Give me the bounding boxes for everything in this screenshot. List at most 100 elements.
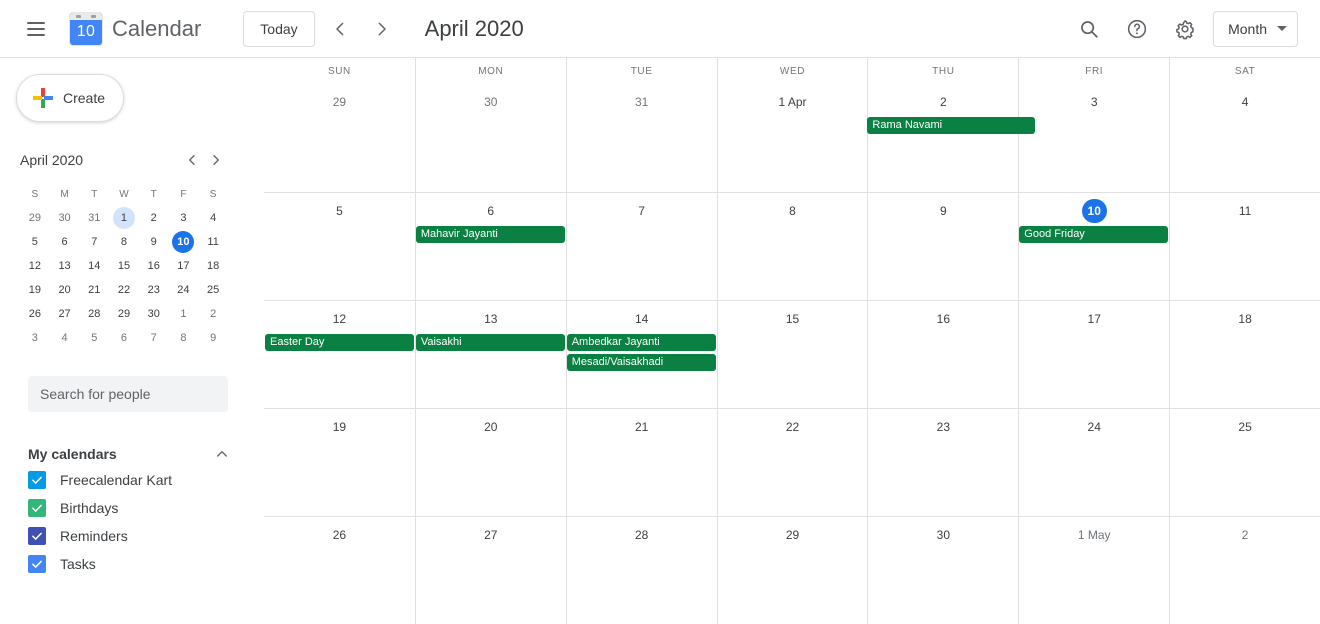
previous-period-button[interactable] (323, 12, 357, 46)
calendar-list-item[interactable]: Reminders (28, 522, 238, 550)
calendar-event-chip[interactable]: Vaisakhi (415, 334, 565, 351)
mini-calendar-day[interactable]: 5 (79, 326, 109, 350)
calendar-event-chip[interactable]: Rama Navami (867, 117, 1036, 134)
day-cell[interactable]: 18 (1169, 301, 1320, 408)
chevron-up-icon[interactable] (214, 446, 230, 462)
mini-calendar-day[interactable]: 30 (50, 206, 80, 230)
calendar-event-chip[interactable]: Mahavir Jayanti (415, 226, 565, 243)
search-people-input[interactable] (28, 376, 228, 412)
mini-calendar-day[interactable]: 25 (198, 278, 228, 302)
mini-calendar-day[interactable]: 23 (139, 278, 169, 302)
my-calendars-header[interactable]: My calendars (28, 442, 230, 466)
mini-calendar-day[interactable]: 18 (198, 254, 228, 278)
mini-calendar-day[interactable]: 29 (20, 206, 50, 230)
mini-calendar-day[interactable]: 3 (169, 206, 199, 230)
day-cell[interactable]: 23 (867, 409, 1018, 516)
mini-calendar-day[interactable]: 2 (198, 302, 228, 326)
day-cell[interactable]: 15 (716, 301, 868, 408)
day-cell[interactable]: 26 (264, 517, 415, 624)
day-cell[interactable]: 12 (264, 301, 415, 408)
day-cell[interactable]: 7 (565, 193, 717, 300)
mini-calendar-day[interactable]: 8 (169, 326, 199, 350)
mini-calendar-day[interactable]: 28 (79, 302, 109, 326)
mini-calendar-day[interactable]: 15 (109, 254, 139, 278)
mini-calendar-day[interactable]: 5 (20, 230, 50, 254)
day-cell[interactable]: 19 (264, 409, 415, 516)
mini-calendar-day[interactable]: 6 (109, 326, 139, 350)
calendar-checkbox[interactable] (28, 499, 46, 517)
mini-calendar-prev-button[interactable] (180, 148, 204, 172)
mini-calendar-day[interactable]: 13 (50, 254, 80, 278)
mini-calendar-day[interactable]: 12 (20, 254, 50, 278)
mini-calendar-day[interactable]: 8 (109, 230, 139, 254)
day-cell[interactable]: 30 (867, 517, 1018, 624)
day-cell[interactable]: 3 (1018, 84, 1169, 192)
view-mode-select[interactable]: Month (1213, 10, 1298, 47)
mini-calendar-day[interactable]: 4 (50, 326, 80, 350)
mini-calendar-day[interactable]: 10 (169, 230, 199, 254)
hamburger-icon[interactable] (16, 9, 56, 49)
mini-calendar-day[interactable]: 1 (169, 302, 199, 326)
mini-calendar-day[interactable]: 14 (79, 254, 109, 278)
day-cell[interactable]: 20 (414, 409, 566, 516)
day-cell[interactable]: 5 (264, 193, 415, 300)
day-cell[interactable]: 11 (1169, 193, 1320, 300)
mini-calendar-day[interactable]: 2 (139, 206, 169, 230)
create-button[interactable]: Create (16, 74, 124, 122)
mini-calendar-day[interactable]: 20 (50, 278, 80, 302)
day-cell[interactable]: 8 (716, 193, 868, 300)
day-cell[interactable]: 31 (565, 84, 717, 192)
day-cell[interactable]: 2 (1169, 517, 1320, 624)
day-cell[interactable]: 29 (716, 517, 868, 624)
next-period-button[interactable] (365, 12, 399, 46)
mini-calendar-day[interactable]: 27 (50, 302, 80, 326)
day-cell[interactable]: 30 (414, 84, 566, 192)
day-cell[interactable]: 4 (1169, 84, 1320, 192)
day-cell[interactable]: 22 (716, 409, 868, 516)
mini-calendar-day[interactable]: 17 (169, 254, 199, 278)
calendar-checkbox[interactable] (28, 527, 46, 545)
mini-calendar-day[interactable]: 9 (198, 326, 228, 350)
mini-calendar-day[interactable]: 21 (79, 278, 109, 302)
calendar-checkbox[interactable] (28, 471, 46, 489)
mini-calendar-day[interactable]: 4 (198, 206, 228, 230)
calendar-logo-icon[interactable]: 10 (70, 12, 102, 45)
mini-calendar-day[interactable]: 9 (139, 230, 169, 254)
day-cell[interactable]: 24 (1018, 409, 1169, 516)
mini-calendar-day[interactable]: 6 (50, 230, 80, 254)
mini-calendar-day[interactable]: 11 (198, 230, 228, 254)
mini-calendar-day[interactable]: 3 (20, 326, 50, 350)
help-button[interactable] (1117, 9, 1157, 49)
calendar-event-chip[interactable]: Easter Day (265, 334, 414, 351)
mini-calendar-day[interactable]: 22 (109, 278, 139, 302)
mini-calendar-next-button[interactable] (204, 148, 228, 172)
day-cell[interactable]: 10 (1018, 193, 1169, 300)
day-cell[interactable]: 25 (1169, 409, 1320, 516)
day-cell[interactable]: 17 (1018, 301, 1169, 408)
mini-calendar-day[interactable]: 24 (169, 278, 199, 302)
day-cell[interactable]: 2 (867, 84, 1018, 192)
mini-calendar-day[interactable]: 16 (139, 254, 169, 278)
day-cell[interactable]: 16 (867, 301, 1018, 408)
day-cell[interactable]: 13 (414, 301, 566, 408)
day-cell[interactable]: 28 (565, 517, 717, 624)
calendar-event-chip[interactable]: Mesadi/Vaisakhadi (566, 354, 716, 371)
mini-calendar-day[interactable]: 1 (109, 206, 139, 230)
mini-calendar-day[interactable]: 29 (109, 302, 139, 326)
mini-calendar-day[interactable]: 7 (79, 230, 109, 254)
day-cell[interactable]: 1 Apr (716, 84, 868, 192)
calendar-list-item[interactable]: Tasks (28, 550, 238, 578)
day-cell[interactable]: 27 (414, 517, 566, 624)
day-cell[interactable]: 6 (414, 193, 566, 300)
calendar-event-chip[interactable]: Good Friday (1019, 226, 1169, 243)
calendar-checkbox[interactable] (28, 555, 46, 573)
mini-calendar-day[interactable]: 30 (139, 302, 169, 326)
mini-calendar-day[interactable]: 7 (139, 326, 169, 350)
mini-calendar-day[interactable]: 26 (20, 302, 50, 326)
day-cell[interactable]: 9 (867, 193, 1018, 300)
day-cell[interactable]: 1 May (1018, 517, 1169, 624)
day-cell[interactable]: 29 (264, 84, 415, 192)
calendar-list-item[interactable]: Birthdays (28, 494, 238, 522)
day-cell[interactable]: 21 (565, 409, 717, 516)
calendar-list-item[interactable]: Freecalendar Kart (28, 466, 238, 494)
